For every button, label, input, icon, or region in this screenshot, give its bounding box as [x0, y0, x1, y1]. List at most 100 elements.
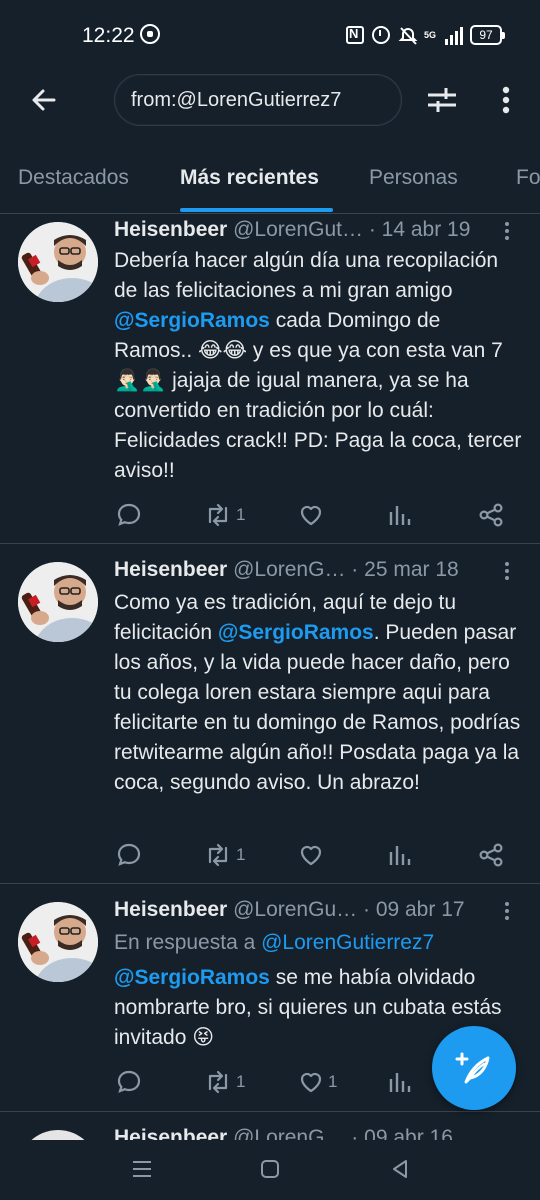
sliders-icon [428, 88, 456, 112]
network-type: 5G [423, 29, 436, 40]
author-handle[interactable]: @LorenGu… [233, 898, 357, 921]
tweet-date[interactable]: 09 abr 16 [364, 1126, 453, 1140]
tweet-menu-button[interactable] [502, 562, 512, 584]
retweet-icon [208, 843, 228, 867]
speech-bubble-icon [117, 843, 141, 866]
like-button[interactable] [298, 500, 328, 530]
home-button[interactable] [250, 1154, 290, 1184]
author-handle[interactable]: @LorenG… [233, 558, 345, 581]
share-button[interactable] [478, 840, 504, 870]
reply-to-link[interactable]: @LorenGutierrez7 [261, 931, 434, 954]
share-icon [479, 843, 503, 867]
tab-mas-recientes[interactable]: Más recientes [180, 166, 319, 190]
avatar[interactable] [18, 902, 98, 982]
separator-dot: · [368, 218, 376, 241]
author-name[interactable]: Heisenbeer [114, 218, 227, 241]
separator-dot: · [351, 558, 359, 581]
retweet-icon [208, 1070, 228, 1094]
tab-personas[interactable]: Personas [369, 166, 458, 190]
system-back-button[interactable] [380, 1154, 420, 1184]
heart-icon [300, 845, 322, 866]
tweet-header: Heisenbeer @LorenG… · 25 mar 18 [114, 558, 524, 588]
search-query: from:@LorenGutierrez7 [131, 88, 342, 111]
separator-dot: · [362, 898, 370, 921]
back-button[interactable] [22, 78, 66, 122]
reply-button[interactable] [116, 840, 142, 870]
author-name[interactable]: Heisenbeer [114, 1126, 227, 1140]
views-button[interactable] [388, 840, 412, 870]
views-button[interactable] [388, 1067, 412, 1097]
mention-link[interactable]: @SergioRamos [218, 621, 374, 644]
like-button[interactable]: 1 [298, 1067, 337, 1097]
tweet-header: Heisenbeer @LorenG… · 09 abr 16 [114, 1126, 524, 1140]
search-input[interactable]: from:@LorenGutierrez7 [114, 74, 402, 126]
tweet-date[interactable]: 14 abr 19 [382, 218, 471, 241]
active-tab-indicator [180, 208, 333, 212]
author-handle[interactable]: @LorenGut… [233, 218, 363, 241]
tab-fotos[interactable]: Fotos [516, 166, 540, 190]
tweet-text-part: . Pueden pasar los años, y la vida puede… [114, 621, 521, 794]
reply-button[interactable] [116, 500, 142, 530]
views-button[interactable] [388, 500, 412, 530]
status-time: 12:22 [82, 24, 135, 47]
tweet[interactable]: Heisenbeer @LorenGut… · 14 abr 19 Deberí… [0, 214, 540, 544]
reply-button[interactable] [116, 1067, 142, 1097]
author-name[interactable]: Heisenbeer [114, 558, 227, 581]
tweet-date[interactable]: 25 mar 18 [364, 558, 459, 581]
battery-indicator: 97 [470, 25, 505, 45]
mute-icon [398, 26, 418, 45]
retweet-count: 1 [236, 1072, 246, 1091]
avatar[interactable] [18, 222, 98, 302]
compose-tweet-button[interactable] [432, 1026, 516, 1110]
nfc-icon [345, 26, 364, 44]
like-count: 1 [328, 1072, 338, 1091]
search-filter-button[interactable] [420, 78, 464, 122]
retweet-button[interactable]: 1 [204, 500, 245, 530]
speech-bubble-icon [117, 1070, 141, 1093]
kebab-icon [502, 86, 510, 114]
mention-link[interactable]: @SergioRamos [114, 966, 270, 989]
search-header: from:@LorenGutierrez7 [0, 72, 540, 128]
author-handle[interactable]: @LorenG… [233, 1126, 345, 1140]
retweet-button[interactable]: 1 [204, 1067, 245, 1097]
retweet-icon [208, 503, 228, 527]
tweet[interactable]: Heisenbeer @LorenG… · 25 mar 18 Como ya … [0, 544, 540, 884]
tweet-text-part: cada Domingo de Ramos.. 😂😂 y es que ya c… [114, 309, 522, 482]
tweet-menu-button[interactable] [502, 902, 512, 924]
tweet-actions: 1 [114, 500, 514, 530]
tweet-text: Como ya es tradición, aquí te dejo tu fe… [114, 588, 524, 798]
tweet-date[interactable]: 09 abr 17 [376, 898, 465, 921]
more-options-button[interactable] [486, 78, 526, 122]
bar-chart-icon [389, 1073, 411, 1092]
retweet-count: 1 [236, 845, 246, 864]
status-icons: 5G 97 [345, 22, 505, 48]
tweet-text: Debería hacer algún día una recopilación… [114, 246, 524, 486]
tab-destacados[interactable]: Destacados [18, 166, 129, 190]
menu-icon [133, 1161, 151, 1177]
search-tabs: Destacados Más recientes Personas Fotos [0, 150, 540, 214]
reply-prefix: En respuesta a [114, 931, 262, 954]
alarm-icon [371, 26, 390, 44]
tweet-menu-button[interactable] [502, 222, 512, 244]
share-button[interactable] [478, 500, 504, 530]
mention-link[interactable]: @SergioRamos [114, 309, 270, 332]
whatsapp-icon [140, 24, 160, 44]
reply-context: En respuesta a @LorenGutierrez7 [114, 928, 524, 958]
tweet-header: Heisenbeer @LorenGut… · 14 abr 19 [114, 218, 524, 248]
heart-icon [300, 505, 322, 526]
retweet-count: 1 [236, 505, 246, 524]
recent-apps-button[interactable] [122, 1154, 162, 1184]
tweet[interactable]: Heisenbeer @LorenG… · 09 abr 16 [0, 1112, 540, 1140]
share-icon [479, 503, 503, 527]
like-button[interactable] [298, 840, 328, 870]
avatar[interactable] [18, 1130, 98, 1140]
signal-icon [444, 26, 463, 45]
retweet-button[interactable]: 1 [204, 840, 245, 870]
tweet-text-part: Debería hacer algún día una recopilación… [114, 249, 499, 302]
avatar[interactable] [18, 562, 98, 642]
heart-icon [300, 1072, 322, 1093]
tweet-header: Heisenbeer @LorenGu… · 09 abr 17 [114, 898, 524, 928]
separator-dot: · [351, 1126, 359, 1140]
arrow-left-icon [32, 89, 56, 111]
author-name[interactable]: Heisenbeer [114, 898, 227, 921]
